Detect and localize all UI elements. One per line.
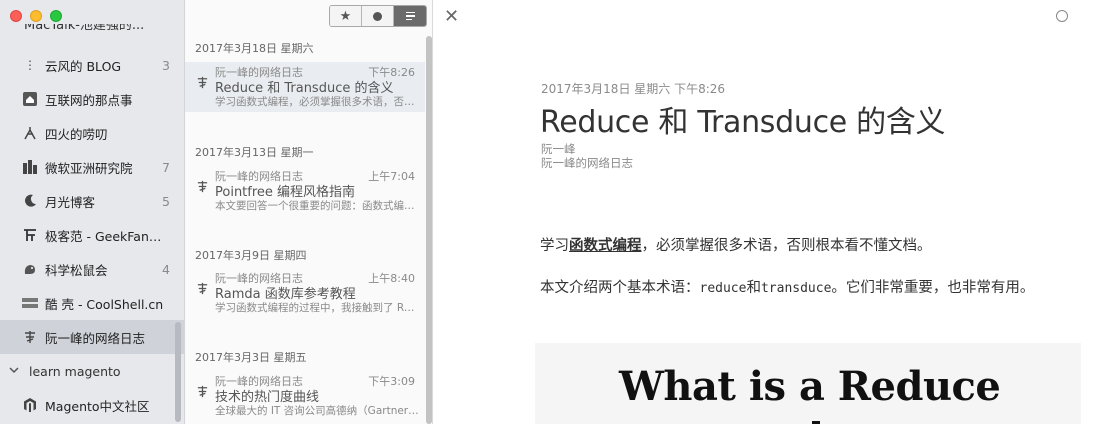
feed-icon [196,76,209,93]
minimize-window-button[interactable] [30,10,42,22]
window-controls [10,10,62,22]
sidebar-item-coolshell[interactable]: 酷 壳 - CoolShell.cn [0,286,184,320]
sidebar-item-williamlong[interactable]: 月光博客 5 [0,184,184,218]
article-figure: What is a Reduce [535,343,1081,424]
filter-segmented-control: ★ [329,5,427,27]
date-header: 2017年3月18日 星期六 [195,42,314,55]
figure-heading: What is a Reduce [619,363,1001,410]
star-icon: ★ [339,8,352,24]
mark-unread-icon[interactable] [1056,10,1068,22]
sidebar-item-geekfan[interactable]: 极客范 - GeekFan.... [0,218,184,252]
list-scrollbar[interactable] [426,36,432,424]
home-icon [22,91,38,107]
cloud-icon: ⋮ [24,58,36,72]
sidebar-item-magento[interactable]: Magento中文社区 [0,388,184,422]
dot-icon [373,11,382,21]
lines-icon [405,11,415,21]
starred-filter-button[interactable]: ★ [330,6,362,26]
date-header: 2017年3月3日 星期五 [195,351,307,364]
text-span: ，必须掌握很多术语，否则根本看不懂文档。 [641,238,932,254]
fire-icon [22,125,38,141]
sidebar-item-label: MacTalk-池建强的... [24,24,145,33]
sidebar-item-label: 科学松鼠会 [45,262,108,278]
sidebar-item-label: 月光博客 [45,194,96,210]
sidebar-item-mactalk[interactable]: MacTalk-池建强的... [24,24,174,36]
text-span: 学习 [540,238,569,254]
sidebar-item-label: 阮一峰的网络日志 [45,330,146,346]
sidebar-item-label: 极客范 - GeekFan.... [45,228,164,244]
feed-icon [196,282,209,299]
sidebar-item-label: Magento中文社区 [45,398,150,414]
paragraph-intro: 学习函数式编程，必须掌握很多术语，否则根本看不懂文档。 [540,234,932,255]
chevron-down-icon[interactable] [9,366,23,377]
article-list: ★ 2017年3月18日 星期六 阮一峰的网络日志 下午8:26 Reduce … [185,0,433,424]
sidebar-item-hulianwang[interactable]: 互联网的那点事 [0,82,184,116]
article-item[interactable]: 阮一峰的网络日志 下午3:09 技术的热门度曲线 全球最大的 IT 咨询公司高德… [185,371,425,421]
article-snippet: 全球最大的 IT 咨询公司高德纳（Gartner）有一张著名的曲线。 [215,405,420,417]
date-header: 2017年3月9日 星期四 [195,249,307,262]
feed-icon [196,385,209,402]
close-window-button[interactable] [10,10,22,22]
article-heading: Reduce 和 Transduce 的含义 [540,105,946,140]
inline-code: reduce [699,281,747,296]
sidebar-item-label: 云风的 BLOG [45,58,122,74]
article-snippet: 学习函数式编程的过程中，我接触到了 Ramda.js。 [215,302,420,314]
squirrel-icon [22,261,38,277]
article-reader: ✕ 2017年3月18日 星期六 下午8:26 Reduce 和 Transdu… [434,0,1098,424]
sidebar-item-label: 微软亚洲研究院 [45,160,133,176]
article-snippet: 学习函数式编程，必须掌握很多术语，否则根本看不懂文档。 [215,96,420,108]
text-span: 。它们非常重要，也非常有用。 [831,280,1035,296]
sidebar: MacTalk-池建强的... ⋮ 云风的 BLOG 3 互联网的那点事 四火的… [0,0,185,424]
geekfan-icon [22,227,38,243]
feed-icon [196,180,209,197]
article-item[interactable]: 阮一峰的网络日志 上午7:04 Pointfree 编程风格指南 本文要回答一个… [185,166,425,216]
coolshell-icon [22,295,38,311]
sidebar-item-label: 酷 壳 - CoolShell.cn [45,296,164,312]
paragraph-terms: 本文介绍两个基本术语：reduce和transduce。它们非常重要，也非常有用… [540,276,1060,301]
moon-icon [22,193,38,209]
article-date: 2017年3月18日 星期六 下午8:26 [541,82,726,96]
zoom-window-button[interactable] [50,10,62,22]
magento-icon [22,397,38,413]
ruanyf-icon [22,329,38,345]
sidebar-item-label: 互联网的那点事 [45,92,133,108]
text-span: 本文介绍两个基本术语： [540,280,700,296]
sidebar-item-sihuo[interactable]: 四火的唠叨 [0,116,184,150]
inline-code: transduce [760,281,832,296]
sidebar-item-msra[interactable]: 微软亚洲研究院 7 [0,150,184,184]
article-snippet: 本文要回答一个很重要的问题：函数式编程有什么用？ [215,200,420,212]
unread-filter-button[interactable] [362,6,394,26]
sidebar-item-cloudwu[interactable]: ⋮ 云风的 BLOG 3 [0,48,184,82]
all-filter-button[interactable] [394,6,426,26]
sidebar-scrollbar[interactable] [175,322,181,422]
text-span: 和 [746,280,761,296]
sidebar-item-songshuhui[interactable]: 科学松鼠会 4 [0,252,184,286]
sidebar-item-label: 四火的唠叨 [45,126,108,142]
unread-count: 7 [162,159,170,175]
unread-count: 5 [162,193,170,209]
sidebar-item-ruanyf[interactable]: 阮一峰的网络日志 [0,320,184,354]
article-item[interactable]: 阮一峰的网络日志 上午8:40 Ramda 函数库参考教程 学习函数式编程的过程… [185,268,425,318]
group-label: learn magento [29,363,121,379]
unread-count: 4 [162,261,170,277]
msra-icon [22,159,38,175]
sidebar-group-learn-magento[interactable]: learn magento [0,356,184,386]
functional-programming-link[interactable]: 函数式编程 [569,238,642,254]
close-icon[interactable]: ✕ [444,6,459,27]
article-feed-name: 阮一峰的网络日志 [541,156,633,170]
unread-count: 3 [162,57,170,73]
date-header: 2017年3月13日 星期一 [195,146,314,159]
article-item[interactable]: 阮一峰的网络日志 下午8:26 Reduce 和 Transduce 的含义 学… [185,62,425,112]
